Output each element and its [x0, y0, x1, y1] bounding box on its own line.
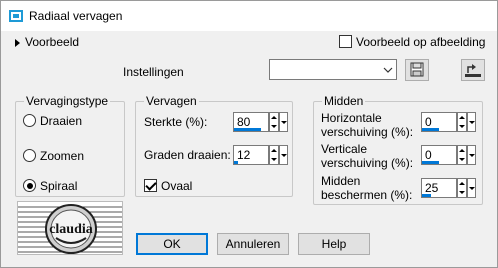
preview-on-image-label: Voorbeeld op afbeelding	[356, 35, 486, 49]
twist-updown[interactable]	[269, 145, 279, 165]
help-label: Help	[321, 237, 347, 251]
protect-slider-bar[interactable]	[422, 194, 431, 197]
radio-spiraal[interactable]	[23, 179, 36, 192]
save-icon	[410, 62, 424, 77]
horizontal-dropdown-arrow[interactable]	[467, 112, 476, 132]
up-arrow-icon[interactable]	[458, 113, 466, 122]
twist-label: Graden draaien:	[144, 148, 231, 162]
up-arrow-icon[interactable]	[270, 113, 278, 122]
window-title: Radiaal vervagen	[29, 9, 123, 23]
blur-type-title: Vervagingstype	[24, 94, 111, 108]
preview-toggle[interactable]: Voorbeeld	[15, 35, 79, 49]
settings-label: Instellingen	[123, 65, 184, 79]
up-arrow-icon[interactable]	[458, 179, 466, 188]
help-button[interactable]: Help	[298, 233, 370, 255]
vertical-label-1: Verticale	[321, 142, 368, 156]
cancel-button[interactable]: Annuleren	[217, 233, 289, 255]
app-icon	[9, 10, 23, 22]
title-bar: Radiaal vervagen	[1, 1, 497, 31]
strength-updown[interactable]	[269, 112, 279, 132]
logo-text: claudia	[49, 222, 93, 237]
strength-spinner[interactable]: 80	[233, 112, 288, 132]
radial-blur-dialog: Radiaal vervagen Voorbeeld Voorbeeld op …	[0, 0, 498, 268]
radio-zoomen-label: Zoomen	[40, 149, 85, 163]
vertical-updown[interactable]	[457, 145, 467, 165]
chevron-down-icon[interactable]	[380, 60, 396, 79]
twist-dropdown-arrow[interactable]	[279, 145, 288, 165]
horizontal-label-2: verschuiving (%):	[321, 125, 414, 139]
vertical-dropdown-arrow[interactable]	[467, 145, 476, 165]
twist-input[interactable]: 12	[233, 145, 269, 165]
settings-combo[interactable]	[269, 59, 397, 80]
twist-spinner[interactable]: 12	[233, 145, 288, 165]
horizontal-slider-bar[interactable]	[422, 128, 439, 131]
claudia-logo: claudia	[17, 201, 123, 255]
ok-label: OK	[163, 237, 181, 251]
horizontal-spinner[interactable]: 0	[421, 112, 476, 132]
down-arrow-icon[interactable]	[458, 188, 466, 197]
reset-button[interactable]	[461, 59, 485, 81]
blur-title: Vervagen	[144, 94, 199, 108]
down-arrow-icon[interactable]	[458, 122, 466, 131]
center-title: Midden	[322, 94, 366, 108]
horizontal-label-1: Horizontale	[321, 111, 382, 125]
down-arrow-icon[interactable]	[270, 122, 278, 131]
protect-label-2: beschermen (%):	[321, 188, 413, 202]
down-arrow-icon[interactable]	[270, 155, 278, 164]
radio-draaien[interactable]	[23, 114, 36, 127]
twist-slider-bar[interactable]	[234, 161, 238, 164]
down-arrow-icon[interactable]	[458, 155, 466, 164]
up-arrow-icon[interactable]	[458, 146, 466, 155]
vertical-slider-bar[interactable]	[422, 161, 439, 164]
strength-label: Sterkte (%):	[144, 115, 208, 129]
reset-icon	[465, 64, 481, 77]
radio-spiraal-label: Spiraal	[40, 179, 78, 193]
protect-dropdown-arrow[interactable]	[467, 178, 476, 198]
save-preset-button[interactable]	[405, 59, 429, 81]
strength-dropdown-arrow[interactable]	[279, 112, 288, 132]
horizontal-updown[interactable]	[457, 112, 467, 132]
protect-updown[interactable]	[457, 178, 467, 198]
ok-button[interactable]: OK	[136, 233, 208, 255]
up-arrow-icon[interactable]	[270, 146, 278, 155]
oval-label: Ovaal	[161, 179, 193, 193]
vertical-spinner[interactable]: 0	[421, 145, 476, 165]
cancel-label: Annuleren	[225, 237, 281, 251]
strength-slider-bar[interactable]	[234, 128, 261, 131]
vertical-label-2: verschuiving (%):	[321, 156, 414, 170]
radio-zoomen[interactable]	[23, 149, 36, 162]
expand-arrow-icon	[15, 38, 20, 47]
protect-spinner[interactable]: 25	[421, 178, 476, 198]
radio-draaien-label: Draaien	[40, 114, 83, 128]
protect-label-1: Midden	[321, 174, 361, 188]
preview-label: Voorbeeld	[25, 35, 80, 49]
oval-checkbox[interactable]	[144, 179, 157, 192]
preview-on-image-checkbox[interactable]	[339, 35, 352, 48]
